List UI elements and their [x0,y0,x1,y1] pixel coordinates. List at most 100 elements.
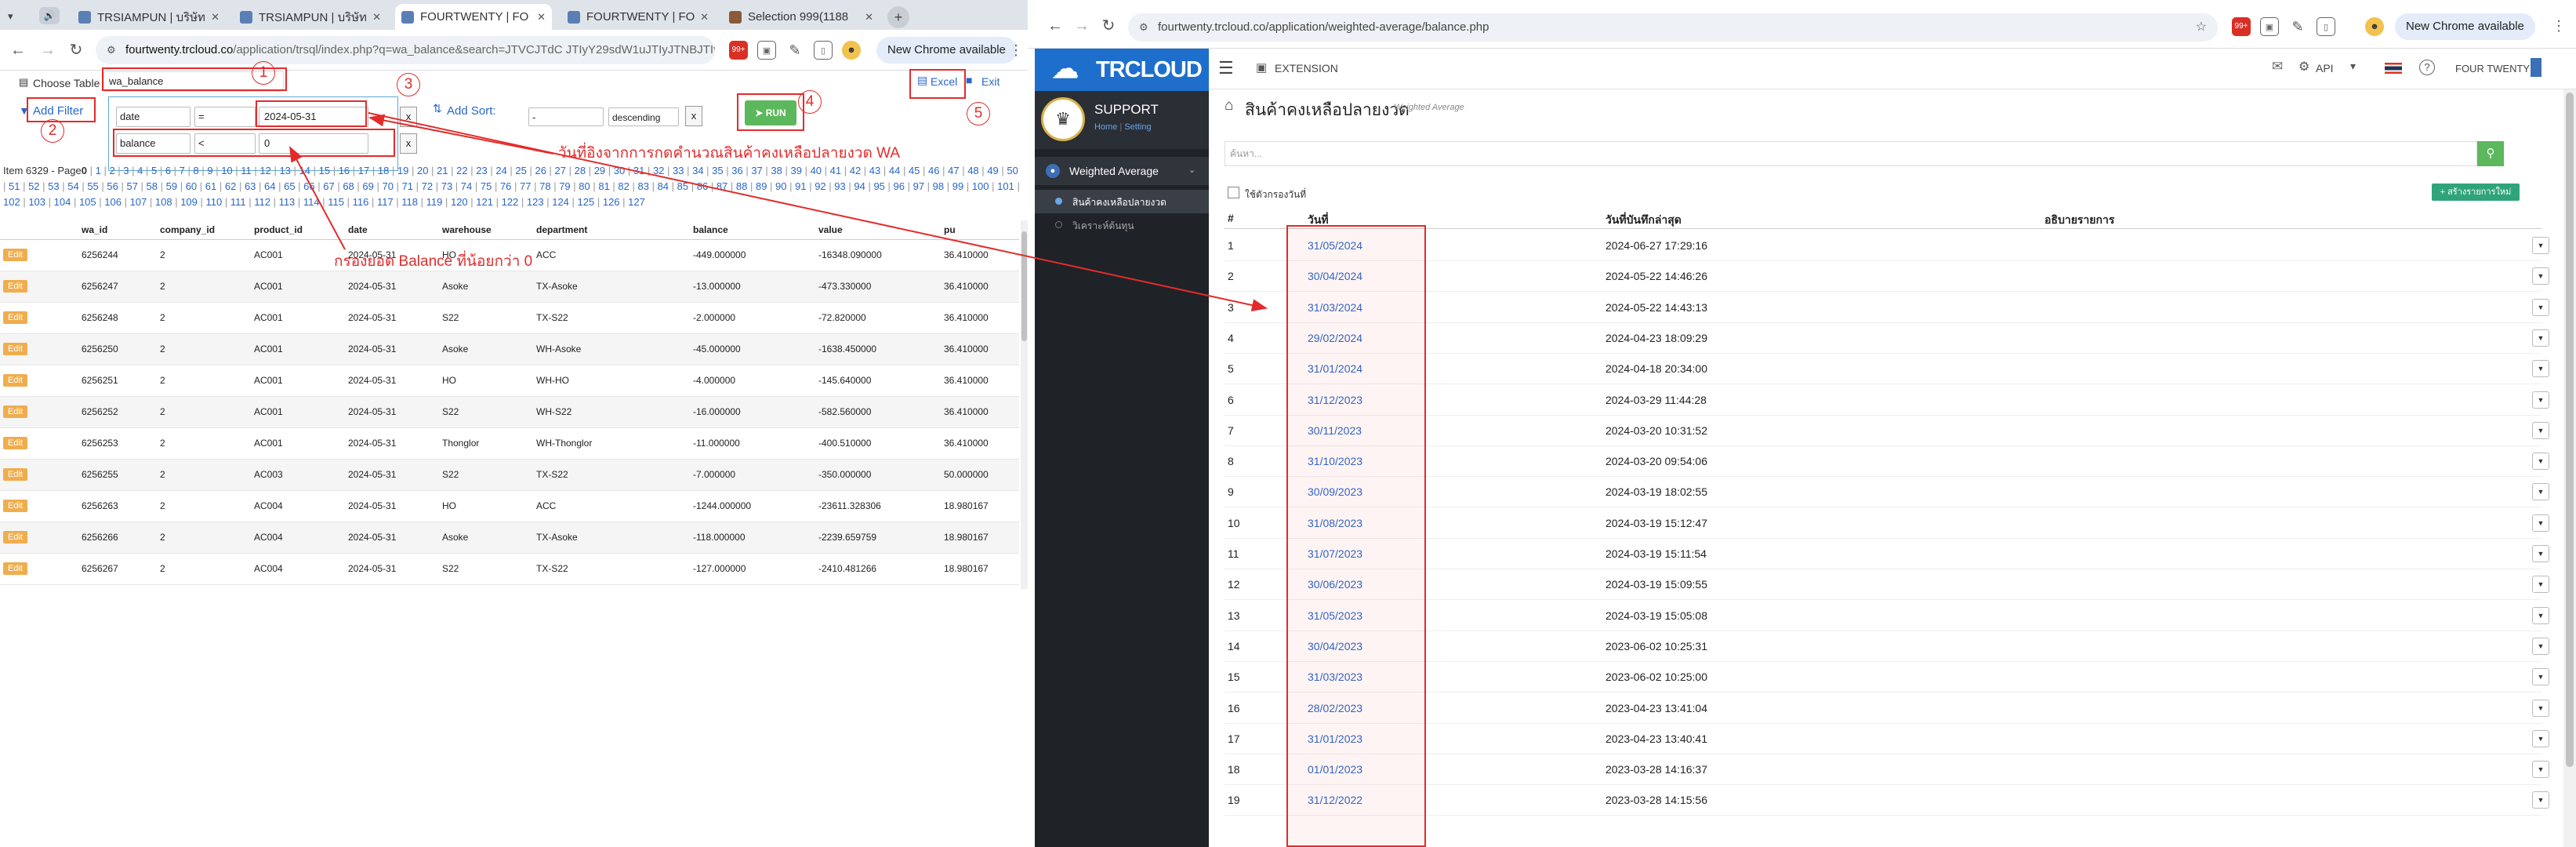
page-link[interactable]: 43 [869,165,880,176]
page-link[interactable]: 35 [712,165,723,176]
page-link[interactable]: 116 [353,196,369,208]
audio-icon[interactable]: 🔊 [39,7,60,24]
page-link[interactable]: 85 [677,180,688,192]
page-link[interactable]: 18 [378,165,389,176]
page-link[interactable]: 54 [67,180,78,192]
page-link[interactable]: 66 [303,180,314,192]
search-button[interactable]: ⚲ [2477,141,2504,166]
page-link[interactable]: 105 [79,196,96,208]
row-action-dropdown-icon[interactable]: ▼ [2532,637,2549,655]
page-link[interactable]: 30 [614,165,625,176]
puzzle-icon[interactable]: ✎ [785,41,804,60]
edit-button[interactable]: Edit [3,468,27,481]
new-chrome-available-button[interactable]: New Chrome available [876,37,1017,64]
page-link[interactable]: 63 [245,180,256,192]
page-link[interactable]: 112 [254,196,270,208]
home-link[interactable]: Home [1094,122,1117,132]
row-action-dropdown-icon[interactable]: ▼ [2532,360,2549,378]
kebab-menu-icon[interactable]: ⋮ [1006,40,1026,60]
page-link[interactable]: 37 [751,165,762,176]
page-link[interactable]: 82 [618,180,629,192]
filter-operator-select-1[interactable]: = [194,107,256,127]
extension-badge-icon[interactable]: 99+ [729,41,748,60]
page-link[interactable]: 108 [155,196,172,208]
page-link[interactable]: 75 [481,180,492,192]
tab-trsiampun-2[interactable]: TRSIAMPUN | บริษัท ✕ [234,4,387,30]
page-link[interactable]: 32 [653,165,664,176]
page-link[interactable]: 60 [186,180,197,192]
page-link[interactable]: 113 [279,196,296,208]
site-info-icon[interactable]: ⚙ [107,36,116,64]
page-link[interactable]: 94 [854,180,865,192]
back-icon[interactable]: ← [1045,16,1065,36]
page-link[interactable]: 31 [633,165,644,176]
extension-menu[interactable]: EXTENSION [1275,62,1338,75]
tab-fourtwenty-2[interactable]: FOURTWENTY | FO ✕ [561,4,715,30]
page-link[interactable]: 122 [502,196,519,208]
page-link[interactable]: 20 [417,165,428,176]
back-icon[interactable]: ← [8,40,28,60]
page-link[interactable]: 114 [303,196,320,208]
page-link[interactable]: 78 [539,180,550,192]
reload-icon[interactable]: ↻ [1098,16,1119,36]
page-link[interactable]: 125 [578,196,595,208]
column-header[interactable]: balance [690,220,815,240]
column-header[interactable]: wa_id [78,220,157,240]
page-link[interactable]: 119 [426,196,443,208]
search-input[interactable]: ค้นหา... [1225,141,2477,166]
row-action-dropdown-icon[interactable]: ▼ [2532,267,2549,285]
filter-column-select-1[interactable]: date [116,107,190,127]
thai-flag-icon[interactable] [2385,63,2402,74]
profile-icon[interactable]: ☻ [842,41,861,60]
caret-down-icon[interactable]: ▾ [2350,60,2356,73]
page-link[interactable]: 47 [948,165,959,176]
column-header[interactable]: product_id [251,220,345,240]
api-menu[interactable]: API [2316,62,2334,75]
column-header[interactable]: value [815,220,941,240]
tab-selection[interactable]: Selection 999(1188 ✕ [723,4,880,30]
page-link[interactable]: 71 [402,180,413,192]
page-link[interactable]: 127 [628,196,645,208]
page-link[interactable]: 73 [441,180,452,192]
puzzle-icon[interactable]: ✎ [2288,17,2307,36]
remove-filter-button-2[interactable]: x [400,133,417,154]
page-link[interactable]: 117 [377,196,394,208]
extension-badge-icon[interactable]: 99+ [2232,17,2251,36]
row-action-dropdown-icon[interactable]: ▼ [2532,668,2549,686]
add-sort-button[interactable]: Add Sort: [447,104,496,118]
page-link[interactable]: 15 [319,165,330,176]
page-link[interactable]: 23 [476,165,487,176]
page-link[interactable]: 109 [180,196,198,208]
page-link[interactable]: 64 [264,180,275,192]
site-info-icon[interactable]: ⚙ [1139,13,1148,42]
sidepanel-icon[interactable]: ▯ [2317,17,2335,36]
row-action-dropdown-icon[interactable]: ▼ [2532,606,2549,624]
page-link[interactable]: 87 [717,180,727,192]
new-tab-button[interactable]: + [887,6,909,28]
forward-icon[interactable]: → [38,40,58,60]
page-link[interactable]: 58 [147,180,158,192]
page-link[interactable]: 13 [279,165,290,176]
menu-item-ending-inventory[interactable]: สินค้าคงเหลือปลายงวด [1035,190,1209,213]
close-icon[interactable]: ✕ [865,11,873,24]
help-icon[interactable]: ? [2419,60,2435,75]
page-link[interactable]: 16 [339,165,350,176]
page-link[interactable]: 102 [3,196,20,208]
page-link[interactable]: 72 [422,180,433,192]
page-link[interactable]: 76 [500,180,511,192]
page-link[interactable]: 103 [28,196,45,208]
page-link[interactable]: 41 [830,165,841,176]
close-icon[interactable]: ✕ [372,11,381,24]
sort-direction-select[interactable]: descending [608,107,679,126]
page-link[interactable]: 36 [731,165,742,176]
page-link[interactable]: 38 [771,165,782,176]
page-link[interactable]: 56 [107,180,118,192]
page-link[interactable]: 22 [456,165,467,176]
page-link[interactable]: 99 [952,180,963,192]
row-action-dropdown-icon[interactable]: ▼ [2532,576,2549,594]
page-link[interactable]: 111 [230,196,246,208]
page-link[interactable]: 33 [673,165,684,176]
company-name[interactable]: FOUR TWENTY [2455,63,2530,75]
page-link[interactable]: 96 [894,180,905,192]
row-action-dropdown-icon[interactable]: ▼ [2532,729,2549,747]
